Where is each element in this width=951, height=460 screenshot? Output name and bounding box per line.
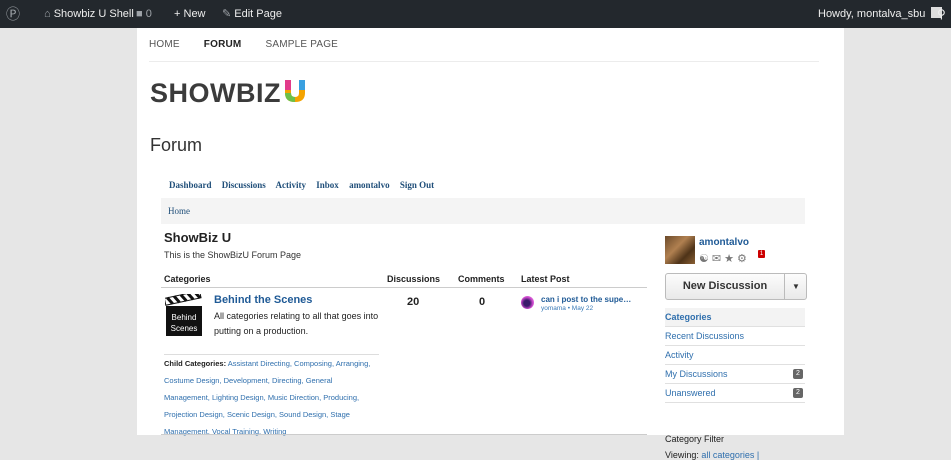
sidebar-item-categories[interactable]: Categories	[665, 308, 805, 327]
home-icon: ⌂	[44, 8, 51, 20]
user-avatar[interactable]	[665, 236, 695, 264]
table-header: Categories Discussions Comments Latest P…	[161, 271, 647, 288]
plus-icon: +	[174, 8, 181, 20]
count-badge: 2	[793, 369, 803, 379]
comment-icon: ■	[136, 8, 143, 20]
header-discussions: Discussions	[387, 274, 441, 284]
search-icon[interactable]: ⚲	[937, 0, 946, 28]
forum-menu-inbox[interactable]: Inbox	[316, 180, 339, 190]
breadcrumb: Home	[161, 198, 805, 224]
edit-page-link[interactable]: ✎ Edit Page	[222, 0, 282, 28]
gear-icon[interactable]: ⚙	[737, 253, 750, 265]
sidebar-username[interactable]: amontalvo	[699, 237, 749, 248]
latest-post-meta[interactable]: yomama • May 22	[541, 305, 593, 312]
clapperboard-text-2: Scenes	[171, 324, 198, 333]
sidebar-item-recent-discussions[interactable]: Recent Discussions	[665, 327, 805, 346]
page-title: Forum	[150, 135, 203, 155]
category-title-link[interactable]: Behind the Scenes	[214, 294, 312, 306]
sidebar-item-unanswered[interactable]: Unanswered 2	[665, 384, 805, 403]
category-filter-viewing: Viewing: all categories |	[665, 450, 760, 460]
header-comments: Comments	[458, 274, 505, 284]
latest-post-avatar[interactable]	[521, 296, 534, 309]
nav-forum[interactable]: FORUM	[204, 39, 242, 50]
nav-sample-page[interactable]: SAMPLE PAGE	[265, 39, 338, 50]
clapperboard-icon[interactable]: Behind Scenes	[163, 290, 205, 336]
howdy-user-link[interactable]: Howdy, montalva_sbu	[818, 0, 943, 28]
sidebar-item-activity[interactable]: Activity	[665, 346, 805, 365]
nav-home[interactable]: HOME	[149, 39, 180, 50]
clapperboard-text-1: Behind	[172, 313, 197, 322]
page-content: HOME FORUM SAMPLE PAGE SHOWBIZ Forum Das…	[137, 28, 844, 460]
comment-count: 0	[479, 296, 486, 308]
count-badge: 2	[793, 388, 803, 398]
breadcrumb-home[interactable]: Home	[168, 206, 190, 216]
pencil-icon: ✎	[222, 8, 232, 20]
latest-post-link[interactable]: can i post to the supe…	[541, 295, 631, 304]
forum-menu-discussions[interactable]: Discussions	[222, 180, 266, 190]
admin-bar: Ⓟ ⌂ Showbiz U Shell ■ 0 + New ✎ Edit Pag…	[0, 0, 951, 28]
site-logo[interactable]: SHOWBIZ	[150, 76, 307, 109]
forum-menu-activity[interactable]: Activity	[276, 180, 307, 190]
discussion-count: 20	[407, 296, 420, 308]
header-latest-post: Latest Post	[521, 274, 570, 284]
chevron-down-icon[interactable]: ▼	[784, 274, 807, 299]
primary-nav: HOME FORUM SAMPLE PAGE	[149, 39, 359, 50]
all-categories-link[interactable]: all categories |	[701, 450, 759, 460]
forum-description: This is the ShowBizU Forum Page	[164, 250, 302, 260]
child-categories-label: Child Categories:	[164, 359, 227, 368]
notification-badge: 1	[758, 250, 765, 258]
star-icon[interactable]: ★	[724, 253, 737, 265]
envelope-icon[interactable]: ✉	[712, 253, 724, 265]
forum-title: ShowBiz U	[164, 230, 232, 245]
forum-menu-dashboard[interactable]: Dashboard	[169, 180, 212, 190]
sidebar-menu: Categories Recent Discussions Activity M…	[665, 308, 805, 403]
new-discussion-button[interactable]: New Discussion ▼	[665, 273, 807, 300]
category-filter-label: Category Filter	[665, 434, 725, 444]
logo-u-icon	[283, 78, 307, 111]
child-categories: Child Categories: Assistant Directing, C…	[164, 354, 379, 440]
forum-menu-sign-out[interactable]: Sign Out	[400, 180, 434, 190]
forum-menu: Dashboard Discussions Activity Inbox amo…	[169, 180, 442, 190]
category-description: All categories relating to all that goes…	[214, 311, 379, 336]
site-name-link[interactable]: ⌂ Showbiz U Shell	[44, 0, 134, 28]
globe-icon[interactable]: ☯	[699, 253, 712, 265]
new-content-link[interactable]: + New	[174, 0, 206, 28]
nav-divider	[149, 61, 819, 62]
wordpress-logo-icon[interactable]: Ⓟ	[6, 0, 20, 28]
forum-menu-profile[interactable]: amontalvo	[349, 180, 390, 190]
comments-link[interactable]: ■ 0	[136, 0, 152, 28]
sidebar-item-my-discussions[interactable]: My Discussions 2	[665, 365, 805, 384]
user-meta-icons: ☯✉★⚙ 1	[699, 250, 765, 265]
child-categories-list[interactable]: Assistant Directing, Composing, Arrangin…	[164, 359, 370, 436]
header-categories: Categories	[164, 274, 211, 284]
